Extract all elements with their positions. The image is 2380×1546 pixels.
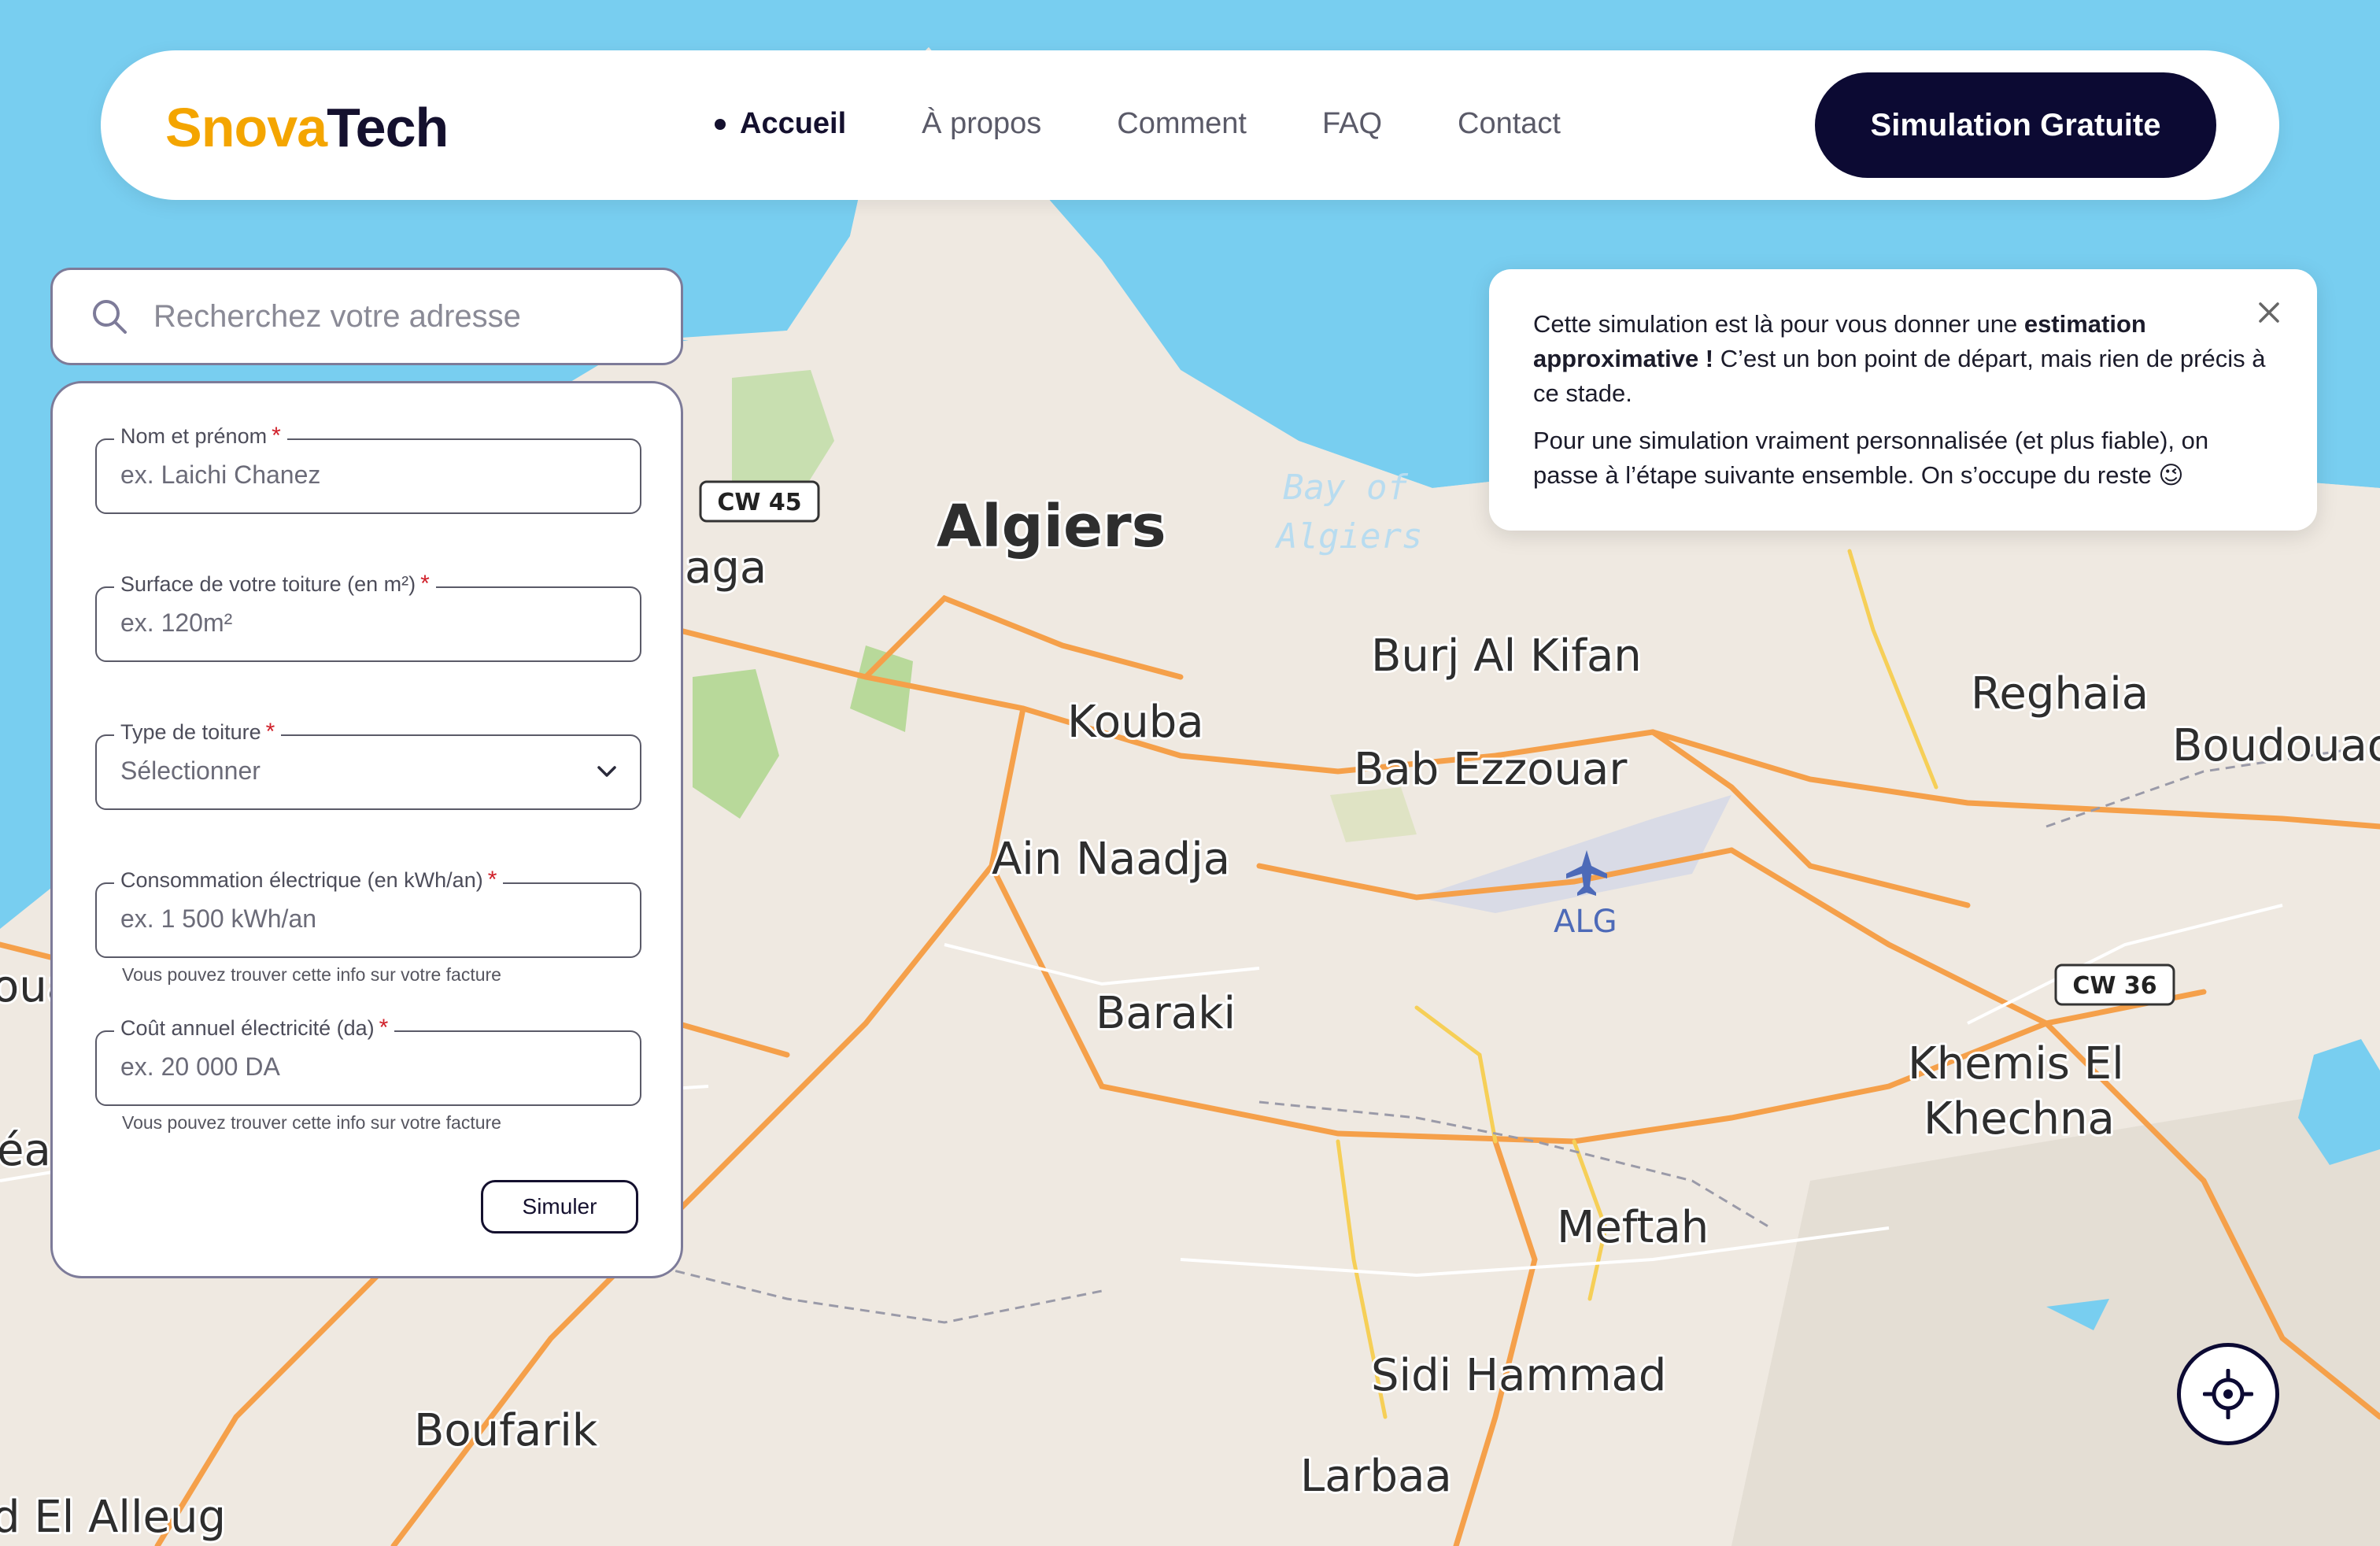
search-icon: [93, 300, 127, 334]
logo[interactable]: SnovaTech: [165, 96, 449, 159]
label-bay1: Bay of: [1283, 468, 1408, 508]
active-dot-icon: [715, 118, 726, 130]
label-meftah: Meftah: [1557, 1202, 1709, 1253]
chevron-down-icon: [597, 766, 616, 777]
locate-me-button[interactable]: [2177, 1343, 2279, 1445]
shield-cw36: CW 36: [2072, 972, 2156, 1000]
label-burj: Burj Al Kifan: [1371, 631, 1642, 682]
label-boufarik: Boufarik: [414, 1405, 598, 1456]
nav-faq[interactable]: FAQ: [1322, 107, 1382, 141]
name-field[interactable]: Nom et prénom * ex. Laichi Chanez: [95, 423, 641, 514]
info-paragraph-1: Cette simulation est là pour vous donner…: [1533, 310, 2266, 407]
label-algiers: Algiers: [937, 493, 1166, 560]
nav-a-propos[interactable]: À propos: [922, 107, 1041, 141]
label-bay2: Algiers: [1274, 516, 1422, 557]
name-label: Nom et prénom *: [114, 423, 287, 449]
nav-accueil[interactable]: Accueil: [715, 107, 846, 141]
label-baraki: Baraki: [1096, 988, 1236, 1039]
cost-label: Coût annuel électricité (da) *: [114, 1015, 395, 1041]
nav-comment[interactable]: Comment: [1117, 107, 1247, 141]
label-bab: Bab Ezzouar: [1354, 744, 1628, 795]
surface-field[interactable]: Surface de votre toiture (en m²) * ex. 12…: [95, 571, 641, 662]
label-boudouaou: Boudouaou: [2172, 720, 2380, 771]
surface-label: Surface de votre toiture (en m²) *: [114, 571, 436, 597]
simuler-button[interactable]: Simuler: [481, 1180, 638, 1233]
label-reghaia: Reghaia: [1971, 668, 2149, 719]
label-sidi: Sidi Hammad: [1371, 1350, 1666, 1401]
label-larbaa: Larbaa: [1300, 1451, 1452, 1502]
consumption-placeholder: ex. 1 500 kWh/an: [120, 904, 317, 933]
cost-hint: Vous pouvez trouver cette info sur votre…: [122, 1112, 501, 1133]
close-icon[interactable]: [2257, 301, 2281, 324]
surface-placeholder: ex. 120m²: [120, 608, 233, 637]
logo-snova: Snova: [165, 97, 327, 158]
label-ea: éa: [0, 1125, 51, 1176]
nav-accueil-label: Accueil: [740, 107, 847, 140]
simulation-gratuite-button[interactable]: Simulation Gratuite: [1815, 72, 2216, 178]
label-ain: Ain Naadja: [992, 834, 1230, 885]
label-khemis1: Khemis El: [1908, 1038, 2124, 1089]
roof-type-select[interactable]: Type de toiture * Sélectionner: [95, 719, 641, 810]
nav-contact[interactable]: Contact: [1458, 107, 1561, 141]
label-staoueli: aga: [685, 542, 767, 594]
label-kouba: Kouba: [1067, 697, 1204, 748]
info-paragraph-2: Pour une simulation vraiment personnalis…: [1533, 427, 2209, 489]
label-alg: ALG: [1554, 904, 1617, 940]
roof-type-label: Type de toiture *: [114, 719, 282, 745]
info-popup: Cette simulation est là pour vous donner…: [1489, 269, 2317, 531]
cost-placeholder: ex. 20 000 DA: [120, 1052, 280, 1081]
consumption-field[interactable]: Consommation électrique (en kWh/an) * ex.…: [95, 867, 641, 958]
shield-cw45: CW 45: [717, 489, 801, 516]
cost-field[interactable]: Coût annuel électricité (da) * ex. 20 000…: [95, 1015, 641, 1106]
navbar: SnovaTech Accueil À propos Comment FAQ C…: [101, 50, 2279, 200]
label-khemis2: Khechna: [1924, 1093, 2115, 1145]
roof-type-value: Sélectionner: [120, 756, 261, 785]
logo-tech: Tech: [327, 97, 449, 158]
search-input[interactable]: [152, 298, 681, 335]
crosshair-icon: [2203, 1369, 2253, 1419]
label-elalleug: d El Alleug: [0, 1492, 226, 1543]
name-placeholder: ex. Laichi Chanez: [120, 460, 321, 489]
consumption-label: Consommation électrique (en kWh/an) *: [114, 867, 504, 893]
consumption-hint: Vous pouvez trouver cette info sur votre…: [122, 964, 501, 985]
simulation-form: Nom et prénom * ex. Laichi Chanez Surface…: [50, 381, 683, 1278]
search-bar[interactable]: [50, 268, 683, 365]
nav-links: Accueil À propos Comment FAQ Contact: [715, 107, 1636, 141]
